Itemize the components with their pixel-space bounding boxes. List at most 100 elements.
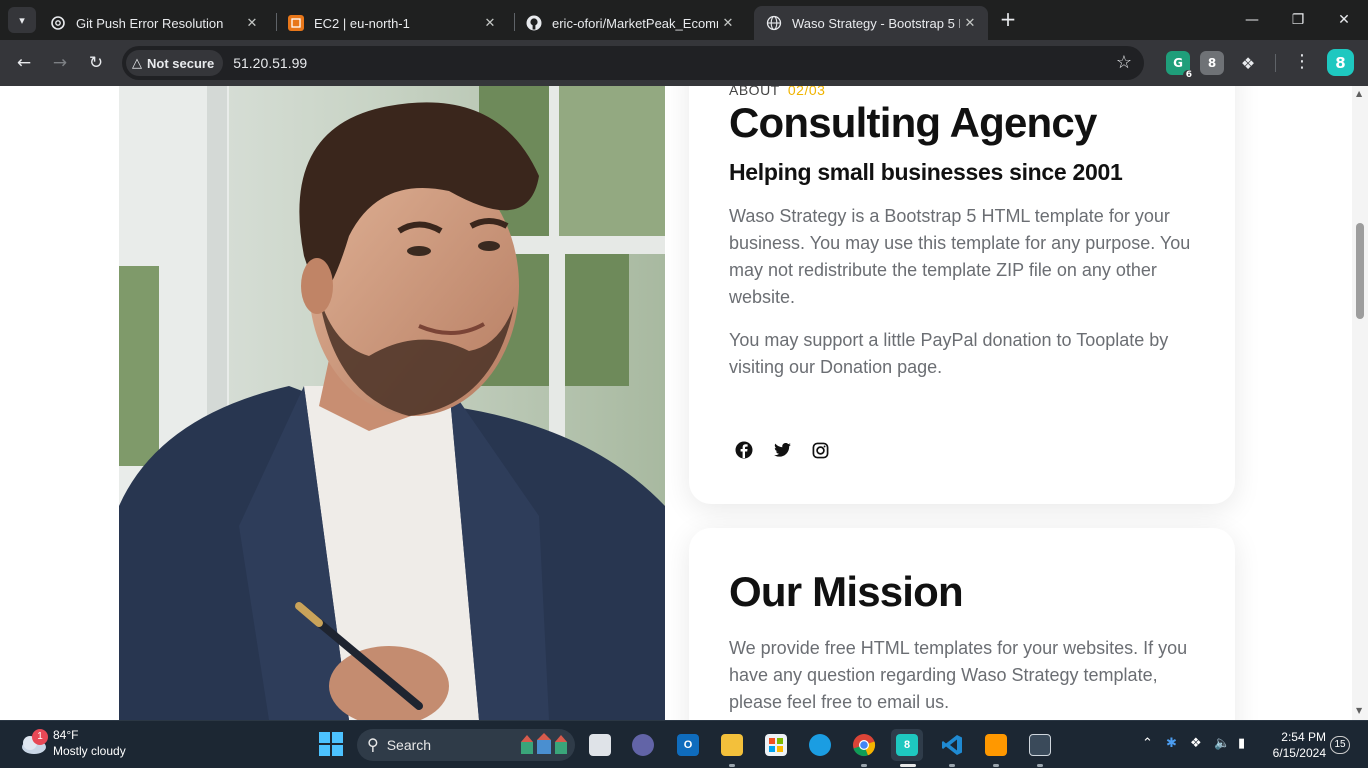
extension-badge: 6 <box>1182 70 1195 80</box>
globe-icon <box>766 15 782 31</box>
chevron-down-icon: ▾ <box>19 13 25 27</box>
search-icon: ⚲ <box>367 737 379 754</box>
social-links <box>729 435 843 465</box>
address-bar[interactable]: △ Not secure 51.20.51.99 ☆ <box>122 46 1144 80</box>
running-indicator <box>729 764 735 767</box>
notification-count-badge[interactable]: 15 <box>1330 736 1350 754</box>
extension-2-label: 8 <box>1207 56 1217 70</box>
active-indicator <box>900 764 916 767</box>
mission-heading: Our Mission <box>729 568 964 615</box>
page-viewport: ABOUT 02/03 Consulting Agency Helping sm… <box>0 86 1352 720</box>
new-tab-button[interactable]: + <box>996 8 1020 32</box>
arrow-left-icon: ← <box>16 53 32 73</box>
sublime-text-icon[interactable] <box>980 729 1012 761</box>
running-indicator <box>861 764 867 767</box>
about-paragraph-2: You may support a little PayPal donation… <box>729 330 1169 377</box>
teams-icon[interactable] <box>627 729 659 761</box>
mission-text: We provide free HTML templates for your … <box>729 638 1188 712</box>
warning-icon: △ <box>132 55 142 70</box>
close-icon[interactable]: ✕ <box>960 15 980 31</box>
tab-title: Git Push Error Resolution <box>76 15 224 31</box>
weather-widget[interactable]: 1 84°F Mostly cloudy <box>20 727 126 759</box>
restore-button[interactable]: ❐ <box>1286 8 1310 32</box>
clock-date: 6/15/2024 <box>1272 746 1326 760</box>
profile-app-icon[interactable]: 8 <box>891 729 923 761</box>
snipping-tool-icon[interactable] <box>1024 729 1056 761</box>
menu-dots-icon[interactable]: ⋮ <box>1292 51 1312 75</box>
minimize-button[interactable]: — <box>1240 8 1264 32</box>
bookmark-star-icon[interactable]: ☆ <box>1116 52 1132 73</box>
scrollbar-thumb[interactable] <box>1356 223 1364 319</box>
back-button[interactable]: ← <box>12 51 36 75</box>
twitter-icon[interactable] <box>767 435 797 465</box>
tab-title: Waso Strategy - Bootstrap 5 HT <box>792 15 960 31</box>
site-info-chip[interactable]: △ Not secure <box>126 50 224 76</box>
facebook-icon[interactable] <box>729 435 759 465</box>
chatgpt-icon <box>50 15 66 31</box>
search-label: Search <box>386 737 432 753</box>
extension-letter: G <box>1173 56 1183 70</box>
minimize-icon: — <box>1245 12 1259 28</box>
file-explorer-icon[interactable] <box>716 729 748 761</box>
close-icon[interactable]: ✕ <box>242 15 262 31</box>
vscode-icon[interactable] <box>936 729 968 761</box>
scroll-down-icon[interactable]: ▼ <box>1356 706 1362 715</box>
about-card: ABOUT 02/03 Consulting Agency Helping sm… <box>689 86 1235 504</box>
search-highlight-icon <box>519 732 569 759</box>
weather-condition: Mostly cloudy <box>53 744 126 758</box>
running-indicator <box>949 764 955 767</box>
profile-avatar[interactable]: 8 <box>1327 49 1354 76</box>
extension-second-icon[interactable]: 8 <box>1200 51 1224 75</box>
tab-strip: ▾ Git Push Error Resolution ✕ EC2 | eu-n… <box>0 0 1368 40</box>
about-number: 02/03 <box>787 86 826 98</box>
cloud-icon: 1 <box>20 729 48 755</box>
close-icon[interactable]: ✕ <box>718 15 738 31</box>
extensions-puzzle-icon[interactable]: ❖ <box>1236 51 1260 75</box>
clock[interactable]: 2:54 PM 6/15/2024 <box>1264 729 1326 761</box>
reload-icon: ↻ <box>88 53 104 73</box>
tab-ec2[interactable]: EC2 | eu-north-1 ✕ <box>276 6 508 40</box>
weather-text: 84°F Mostly cloudy <box>53 727 126 759</box>
url-text[interactable]: 51.20.51.99 <box>233 55 307 71</box>
page-scrollbar[interactable]: ▲ ▼ <box>1352 86 1368 720</box>
consultant-photo <box>119 86 665 720</box>
arrow-right-icon: → <box>52 53 68 73</box>
tab-title: eric-ofori/MarketPeak_Ecomme <box>552 15 718 31</box>
bluetooth-icon[interactable]: ✱ <box>1166 735 1177 751</box>
aws-icon <box>288 15 304 31</box>
microsoft-store-icon[interactable] <box>760 729 792 761</box>
close-icon[interactable]: ✕ <box>480 15 500 31</box>
tab-search-button[interactable]: ▾ <box>8 7 36 33</box>
forward-button[interactable]: → <box>48 51 72 75</box>
toolbar-divider <box>1275 54 1276 72</box>
taskbar-search[interactable]: ⚲ Search <box>357 729 575 761</box>
chrome-icon[interactable] <box>848 729 880 761</box>
outlook-icon[interactable]: O <box>672 729 704 761</box>
battery-icon[interactable]: ▮ <box>1238 735 1245 751</box>
wifi-icon[interactable]: ❖ <box>1190 735 1202 751</box>
windows-taskbar: 1 84°F Mostly cloudy ⚲ Search O 8 ⌃ ✱ ❖ … <box>0 720 1368 768</box>
security-label: Not secure <box>147 55 215 71</box>
tab-git-push[interactable]: Git Push Error Resolution ✕ <box>38 6 270 40</box>
edge-icon[interactable] <box>804 729 836 761</box>
instagram-icon[interactable] <box>805 435 835 465</box>
github-icon <box>526 15 542 31</box>
chevron-up-icon[interactable]: ⌃ <box>1142 735 1153 751</box>
mission-card: Our Mission We provide free HTML templat… <box>689 528 1235 720</box>
tab-waso-strategy[interactable]: Waso Strategy - Bootstrap 5 HT ✕ <box>754 6 988 40</box>
reload-button[interactable]: ↻ <box>84 51 108 75</box>
about-subheading: Helping small businesses since 2001 <box>729 159 1123 185</box>
volume-icon[interactable]: 🔈 <box>1214 735 1230 751</box>
tab-github[interactable]: eric-ofori/MarketPeak_Ecomme ✕ <box>514 6 746 40</box>
extension-grammar-icon[interactable]: G 6 <box>1166 51 1195 80</box>
clock-time: 2:54 PM <box>1281 730 1326 744</box>
running-indicator <box>993 764 999 767</box>
windows-start-icon[interactable] <box>319 732 343 761</box>
task-view-icon[interactable] <box>584 729 616 761</box>
plus-icon: + <box>999 7 1017 31</box>
about-paragraph-1: Waso Strategy is a Bootstrap 5 HTML temp… <box>729 206 1191 307</box>
restore-icon: ❐ <box>1291 12 1305 28</box>
scroll-up-icon[interactable]: ▲ <box>1356 89 1362 98</box>
weather-temp: 84°F <box>53 728 79 742</box>
close-window-button[interactable]: ✕ <box>1332 8 1356 32</box>
